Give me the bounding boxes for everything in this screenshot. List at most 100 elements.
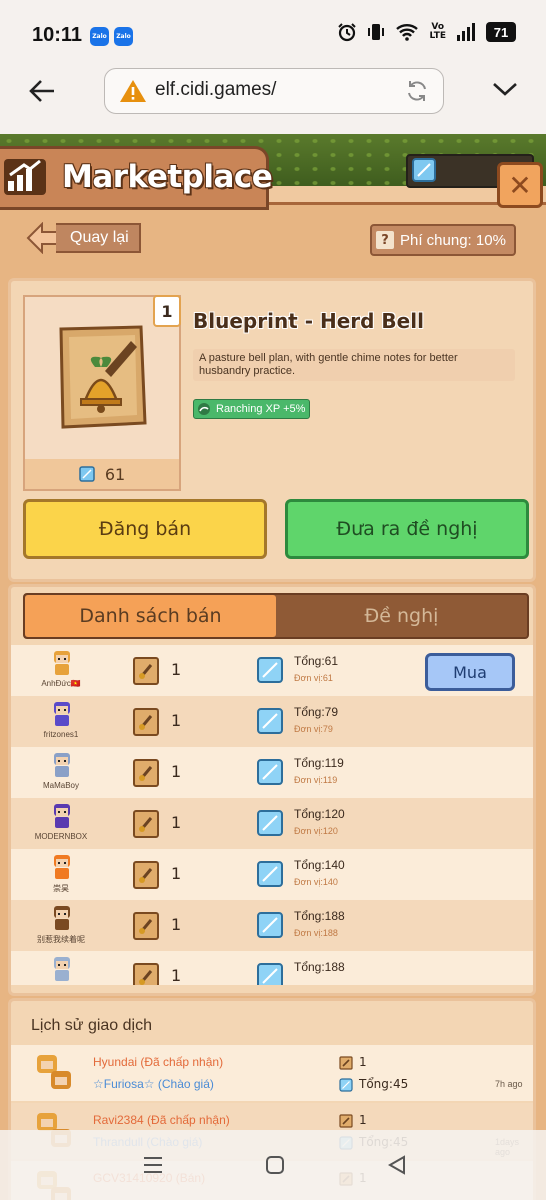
tab-sell-list[interactable]: Danh sách bán — [25, 595, 276, 637]
make-offer-button[interactable]: Đưa ra đề nghị — [285, 499, 529, 559]
gem-icon — [257, 912, 283, 942]
arrow-left-icon — [26, 222, 59, 254]
listing-qty: 1 — [171, 864, 182, 883]
gem-icon — [257, 963, 283, 985]
blueprint-scroll-icon — [133, 912, 159, 944]
gem-icon — [257, 759, 283, 789]
blueprint-scroll-icon — [133, 708, 159, 740]
seller-name: MODERNBOX — [34, 832, 88, 841]
item-name: Blueprint - Herd Bell — [193, 309, 424, 333]
listing-unit-price: Đơn vị:79 — [294, 724, 333, 734]
gem-icon — [257, 861, 283, 891]
listing-total: Tổng:140 — [294, 858, 345, 872]
listing-total: Tổng:120 — [294, 807, 345, 821]
gem-icon — [257, 810, 283, 840]
history-seller: Hyundai (Đã chấp nhận) — [93, 1055, 224, 1069]
warning-icon[interactable] — [119, 79, 147, 103]
listing-qty: 1 — [171, 966, 182, 985]
back-nav-icon[interactable] — [386, 1154, 408, 1176]
zalo-notification-icon: Zalo — [114, 27, 133, 46]
clock: 10:11 — [32, 24, 83, 46]
page-title: Marketplace — [62, 159, 273, 195]
back-button[interactable]: Quay lại — [26, 222, 141, 254]
reload-icon[interactable] — [405, 79, 429, 103]
wifi-icon — [396, 24, 419, 41]
fee-badge: ? Phí chung: 10% — [370, 224, 516, 256]
listing-unit-price: Đơn vị:61 — [294, 673, 333, 683]
listings-card: Danh sách bán Đề nghị AnhĐức🇻🇳 1 Tổng:61… — [8, 584, 536, 996]
history-row: Hyundai (Đã chấp nhận) ☆Furiosa☆ (Chào g… — [11, 1045, 533, 1101]
seller-name: fritzones1 — [43, 730, 79, 739]
item-price: 61 — [25, 459, 179, 489]
seller-name: MaMaBoy — [42, 781, 79, 790]
buff-badge: Ranching XP +5% — [193, 399, 311, 419]
blueprint-scroll-icon — [133, 810, 159, 842]
game-canvas: Marketplace ✕ Quay lại ? Phí chung: 10% … — [0, 134, 546, 1200]
avatar — [45, 853, 79, 881]
chevron-down-icon[interactable] — [492, 80, 518, 98]
listing-unit-price: Đơn vị:140 — [294, 877, 338, 887]
home-icon[interactable] — [264, 1154, 286, 1176]
gem-icon — [257, 657, 283, 687]
seller-name: 别惹我续着呢 — [37, 935, 85, 944]
avatar — [45, 802, 79, 830]
sell-button[interactable]: Đăng bán — [23, 499, 267, 559]
blueprint-scroll-icon — [133, 657, 159, 689]
alarm-icon — [338, 23, 357, 42]
ranching-icon — [198, 403, 210, 415]
listing-qty: 1 — [171, 762, 182, 781]
listing-total: Tổng:119 — [294, 756, 344, 770]
listing-unit-price: Đơn vị:188 — [294, 928, 338, 938]
close-button[interactable]: ✕ — [497, 162, 543, 208]
listing-row[interactable]: fritzones1 1 Tổng:79 Đơn vị:79 — [11, 696, 533, 747]
listing-total: Tổng:79 — [294, 705, 339, 719]
avatar — [45, 751, 79, 779]
seller-name: 崇昊 — [53, 884, 69, 893]
listing-tabs: Danh sách bán Đề nghị — [23, 593, 529, 639]
recents-icon[interactable] — [142, 1154, 164, 1176]
avatar — [33, 1051, 79, 1097]
marketplace-header: Marketplace — [0, 146, 273, 210]
buy-button[interactable]: Mua — [425, 653, 515, 691]
history-seller: Ravi2384 (Đã chấp nhận) — [93, 1113, 230, 1127]
tab-offers[interactable]: Đề nghị — [276, 595, 527, 637]
listing-total: Tổng:188 — [294, 960, 345, 974]
listing-qty: 1 — [171, 711, 182, 730]
listing-qty: 1 — [171, 813, 182, 832]
system-nav-bar — [0, 1130, 546, 1200]
listing-row[interactable]: MaMaBoy 1 Tổng:119 Đơn vị:119 — [11, 747, 533, 798]
history-title: Lịch sử giao dịch — [31, 1017, 152, 1034]
history-total: Tổng:45 — [359, 1077, 409, 1091]
item-description: A pasture bell plan, with gentle chime n… — [193, 349, 515, 381]
address-bar[interactable]: elf.cidi.games/ — [104, 68, 444, 114]
blueprint-scroll-icon — [339, 1055, 353, 1074]
listing-rows[interactable]: AnhĐức🇻🇳 1 Tổng:61 Đơn vị:61 Mua fritzon… — [11, 645, 533, 985]
history-buyer: ☆Furiosa☆ (Chào giá) — [93, 1077, 214, 1091]
item-price-value: 61 — [104, 464, 126, 484]
battery-indicator: 71 — [486, 22, 516, 42]
listing-qty: 1 — [171, 660, 182, 679]
seller-name: AnhĐức🇻🇳 — [41, 679, 81, 688]
fee-label: Phí chung: 10% — [400, 231, 506, 249]
avatar — [45, 700, 79, 728]
listing-row[interactable]: MODERNBOX 1 Tổng:120 Đơn vị:120 — [11, 798, 533, 849]
listing-unit-price: Đơn vị:119 — [294, 775, 338, 785]
listing-row[interactable]: 别惹我续着呢 1 Tổng:188 Đơn vị:188 — [11, 900, 533, 951]
back-arrow-icon[interactable] — [28, 78, 56, 104]
listing-total: Tổng:61 — [294, 654, 339, 668]
history-time: 7h ago — [495, 1079, 523, 1089]
gem-icon — [257, 708, 283, 738]
blueprint-herd-bell-icon — [59, 325, 147, 429]
vibrate-icon — [368, 24, 385, 40]
question-icon[interactable]: ? — [376, 231, 394, 249]
item-image-frame: 1 61 — [23, 295, 181, 491]
gem-icon — [79, 466, 95, 482]
status-bar: 10:11 Zalo Zalo Vo LTE 71 — [0, 0, 546, 70]
listing-row[interactable]: 1 Tổng:188 — [11, 951, 533, 985]
listing-total: Tổng:188 — [294, 909, 345, 923]
listing-row[interactable]: 崇昊 1 Tổng:140 Đơn vị:140 — [11, 849, 533, 900]
history-qty: 1 — [359, 1055, 367, 1069]
back-label: Quay lại — [56, 223, 141, 253]
listing-row[interactable]: AnhĐức🇻🇳 1 Tổng:61 Đơn vị:61 Mua — [11, 645, 533, 696]
history-qty: 1 — [359, 1113, 367, 1127]
